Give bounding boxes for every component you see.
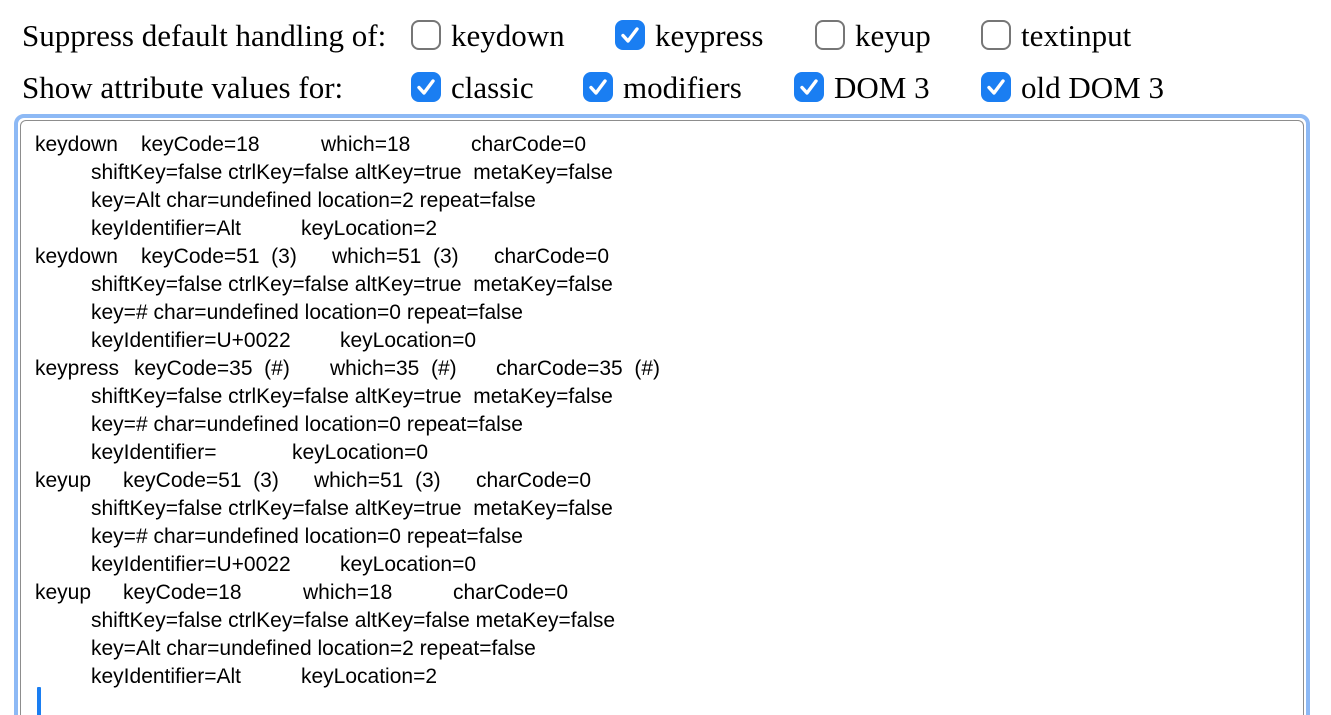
keycode-value: keyCode=18 (141, 133, 260, 156)
show-dom3-checkbox[interactable] (794, 72, 824, 102)
key-identifier-value: keyIdentifier=U+0022 (91, 553, 291, 576)
key-identifier-value: keyIdentifier=Alt (91, 665, 241, 688)
key-identifier-value: keyIdentifier= (91, 441, 217, 464)
charcode-value: charCode=0 (476, 469, 591, 492)
suppress-keyup-label: keyup (855, 18, 931, 53)
key-location-value: keyLocation=2 (301, 217, 438, 240)
event-type: keydown (35, 245, 118, 268)
dom3-values: key=# char=undefined location=0 repeat=f… (91, 301, 523, 324)
modifiers-values: shiftKey=false ctrlKey=false altKey=fals… (91, 609, 616, 632)
charcode-value: charCode=0 (453, 581, 568, 604)
charcode-value: charCode=35 (#) (496, 357, 661, 380)
suppress-label: Suppress default handling of: (22, 18, 387, 53)
show-dom3-label: DOM 3 (834, 70, 930, 105)
show-label: Show attribute values for: (22, 70, 344, 105)
show-old-dom3-checkbox[interactable] (981, 72, 1011, 102)
dom3-values: key=Alt char=undefined location=2 repeat… (91, 189, 536, 212)
checkmark-icon (800, 79, 818, 95)
keycode-value: keyCode=51 (3) (141, 245, 297, 268)
text-caret (37, 687, 41, 715)
dom3-values: key=# char=undefined location=0 repeat=f… (91, 525, 523, 548)
key-location-value: keyLocation=0 (340, 329, 477, 352)
modifiers-values: shiftKey=false ctrlKey=false altKey=true… (91, 161, 613, 184)
modifiers-values: shiftKey=false ctrlKey=false altKey=true… (91, 273, 613, 296)
event-type: keypress (35, 357, 120, 380)
key-location-value: keyLocation=2 (301, 665, 438, 688)
which-value: which=18 (321, 133, 411, 156)
which-value: which=51 (3) (332, 245, 459, 268)
keycode-value: keyCode=35 (#) (134, 357, 290, 380)
checkmark-icon (621, 27, 639, 43)
modifiers-values: shiftKey=false ctrlKey=false altKey=true… (91, 385, 613, 408)
show-options-row: Show attribute values for: classic modif… (22, 68, 1322, 108)
show-classic-checkbox[interactable] (411, 72, 441, 102)
which-value: which=35 (#) (330, 357, 457, 380)
event-type: keyup (35, 581, 92, 604)
dom3-values: key=Alt char=undefined location=2 repeat… (91, 637, 536, 660)
show-classic-label: classic (451, 70, 534, 105)
checkmark-icon (589, 79, 607, 95)
suppress-keydown-checkbox[interactable] (411, 20, 441, 50)
key-location-value: keyLocation=0 (340, 553, 477, 576)
suppress-keyup-checkbox[interactable] (815, 20, 845, 50)
checkmark-icon (417, 79, 435, 95)
charcode-value: charCode=0 (471, 133, 586, 156)
suppress-keypress-label: keypress (655, 18, 764, 53)
suppress-keypress-checkbox[interactable] (615, 20, 645, 50)
key-identifier-value: keyIdentifier=U+0022 (91, 329, 291, 352)
dom3-values: key=# char=undefined location=0 repeat=f… (91, 413, 523, 436)
event-type: keyup (35, 469, 92, 492)
event-log-content[interactable]: keydown keyCode=18 which=18 charCode=0 s… (20, 120, 1304, 715)
key-identifier-value: keyIdentifier=Alt (91, 217, 241, 240)
modifiers-values: shiftKey=false ctrlKey=false altKey=true… (91, 497, 613, 520)
event-log-textarea[interactable]: keydown keyCode=18 which=18 charCode=0 s… (14, 114, 1310, 715)
charcode-value: charCode=0 (494, 245, 609, 268)
suppress-options-row: Suppress default handling of: keydown ke… (22, 16, 1322, 56)
show-modifiers-label: modifiers (623, 70, 742, 105)
checkmark-icon (987, 79, 1005, 95)
which-value: which=18 (303, 581, 393, 604)
show-modifiers-checkbox[interactable] (583, 72, 613, 102)
keycode-value: keyCode=18 (123, 581, 242, 604)
suppress-textinput-label: textinput (1021, 18, 1132, 53)
event-type: keydown (35, 133, 118, 156)
suppress-textinput-checkbox[interactable] (981, 20, 1011, 50)
keycode-value: keyCode=51 (3) (123, 469, 279, 492)
show-old-dom3-label: old DOM 3 (1021, 70, 1164, 105)
suppress-keydown-label: keydown (451, 18, 565, 53)
which-value: which=51 (3) (314, 469, 441, 492)
key-location-value: keyLocation=0 (292, 441, 429, 464)
